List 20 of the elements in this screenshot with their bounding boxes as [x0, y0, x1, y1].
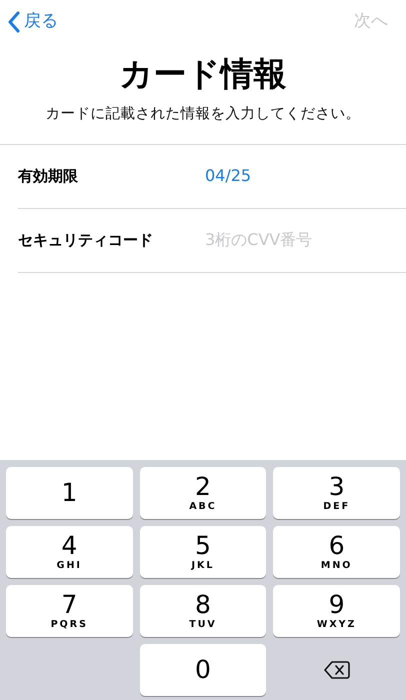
backspace-icon	[324, 660, 350, 680]
chevron-left-icon	[8, 11, 20, 33]
keypad-key[interactable]: 0	[140, 644, 266, 696]
keypad-key[interactable]: 4 GHI	[6, 526, 133, 578]
back-button[interactable]: 戻る	[8, 9, 58, 35]
field-label: セキュリティコード	[18, 230, 154, 251]
field-label: 有効期限	[18, 166, 79, 187]
delete-key[interactable]	[324, 660, 350, 680]
keypad-key[interactable]: 1	[6, 467, 133, 519]
keypad-key[interactable]: 8 TUV	[140, 585, 266, 637]
keypad-key[interactable]: 5 JKL	[140, 526, 266, 578]
input-field[interactable]: 3桁のCVV番号	[205, 228, 405, 252]
input-field[interactable]: 04/25	[205, 164, 405, 188]
keypad-key[interactable]: 2 ABC	[140, 467, 266, 519]
page-title: カード情報	[118, 53, 288, 95]
keypad-key[interactable]: 6 MNO	[273, 526, 400, 578]
keypad-key[interactable]: 7 PQRS	[6, 585, 133, 637]
keypad-key[interactable]: 3 DEF	[273, 467, 400, 519]
keypad-key[interactable]: 9 WXYZ	[273, 585, 400, 637]
subtitle: カードに記載された情報を入力してください。	[44, 105, 362, 124]
